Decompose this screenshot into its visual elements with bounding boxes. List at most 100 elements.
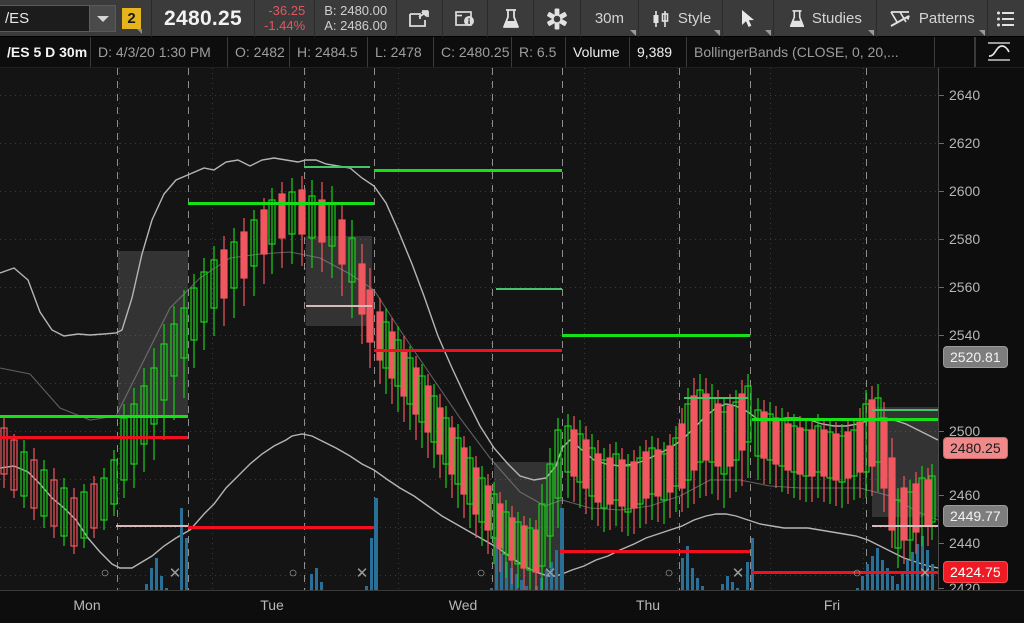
time-axis[interactable]: Mon Tue Wed Thu Fri bbox=[0, 590, 1024, 623]
infobar-open: O: 2482 bbox=[228, 37, 290, 67]
session-open-marker: ○ bbox=[288, 564, 298, 582]
price-level-line[interactable] bbox=[116, 525, 188, 527]
chart-count-badge[interactable]: 2 bbox=[122, 8, 142, 34]
infobar-study[interactable]: BollingerBands (CLOSE, 0, 20,... bbox=[687, 37, 935, 67]
axis-tick-label: 2600 bbox=[949, 183, 981, 199]
axis-tick bbox=[939, 335, 944, 336]
flask-icon bbox=[788, 8, 806, 30]
time-axis-label-thu: Thu bbox=[635, 597, 661, 613]
axis-tick-label: 2460 bbox=[949, 487, 981, 503]
window-info-button[interactable] bbox=[443, 0, 489, 37]
price-level-line[interactable] bbox=[0, 415, 188, 418]
style-menu-button[interactable]: Style bbox=[639, 0, 724, 37]
infobar-volume-value: 9,389 bbox=[630, 37, 687, 67]
price-level-line[interactable] bbox=[752, 571, 938, 574]
price-level-line[interactable] bbox=[374, 349, 562, 352]
price-badge-last[interactable]: 2480.25 bbox=[943, 437, 1008, 459]
price-level-line[interactable] bbox=[496, 288, 562, 290]
axis-tick-label: 2580 bbox=[949, 231, 981, 247]
studies-quick-button[interactable] bbox=[488, 0, 534, 37]
timeframe-selector[interactable]: 30m bbox=[581, 0, 639, 37]
infobar-low: L: 2478 bbox=[368, 37, 434, 67]
studies-menu-button[interactable]: Studies bbox=[774, 0, 877, 37]
flask-icon bbox=[501, 8, 521, 30]
ask-value: A: 2486.00 bbox=[324, 17, 388, 33]
chart-info-bar: /ES 5 D 30m D: 4/3/20 1:30 PM O: 2482 H:… bbox=[0, 37, 1024, 68]
axis-tick bbox=[939, 431, 944, 432]
session-open-marker: ○ bbox=[852, 564, 862, 582]
infobar-date: D: 4/3/20 1:30 PM bbox=[91, 37, 228, 67]
symbol-field-cell: /ES 2 bbox=[0, 0, 152, 37]
chart-menu-button[interactable] bbox=[988, 0, 1024, 37]
price-level-line[interactable] bbox=[752, 418, 938, 421]
cursor-arrow-icon bbox=[739, 9, 757, 29]
axis-tick bbox=[939, 588, 944, 589]
timeframe-label: 30m bbox=[594, 10, 624, 27]
change-cell: -36.25 -1.44% bbox=[255, 0, 316, 37]
infobar-range: R: 6.5 bbox=[512, 37, 566, 67]
patterns-label: Patterns bbox=[918, 10, 975, 27]
session-close-marker: ✕ bbox=[355, 565, 369, 582]
session-open-marker: ○ bbox=[476, 564, 486, 582]
price-level-line[interactable] bbox=[684, 397, 748, 399]
session-open-marker: ○ bbox=[664, 564, 674, 582]
price-badge-lower-level[interactable]: 2424.75 bbox=[943, 561, 1008, 583]
cursor-tool-button[interactable] bbox=[723, 0, 774, 37]
price-level-line[interactable] bbox=[304, 166, 370, 168]
session-close-marker: ✕ bbox=[731, 565, 745, 582]
price-level-line[interactable] bbox=[872, 525, 938, 527]
price-level-line[interactable] bbox=[374, 169, 562, 172]
time-axis-label-tue: Tue bbox=[260, 597, 284, 613]
list-menu-icon bbox=[996, 10, 1016, 28]
price-level-line[interactable] bbox=[560, 550, 750, 553]
volume-histogram bbox=[145, 498, 934, 590]
axis-tick bbox=[939, 495, 944, 496]
last-price: 2480.25 bbox=[164, 6, 243, 30]
price-axis[interactable]: 2640 2620 2600 2580 2560 2540 2500 2460 … bbox=[938, 68, 1024, 596]
session-open-marker: ○ bbox=[100, 564, 110, 582]
patterns-menu-button[interactable]: Patterns bbox=[877, 0, 988, 37]
axis-tick-label: 2440 bbox=[949, 535, 981, 551]
session-close-marker: ✕ bbox=[543, 565, 557, 582]
dropdown-corner-icon bbox=[979, 30, 985, 36]
chart-style-button[interactable] bbox=[975, 37, 1021, 67]
thinkorswim-chart-window: /ES 2 2480.25 -36.25 -1.44% B: 2480.00 A… bbox=[0, 0, 1024, 623]
axis-tick bbox=[939, 143, 944, 144]
price-level-line[interactable] bbox=[188, 526, 374, 529]
chart-plot-area[interactable]: ○ ✕ ○ ✕ ○ ✕ ○ ✕ ○ ✕ bbox=[0, 68, 938, 590]
infobar-high: H: 2484.5 bbox=[290, 37, 368, 67]
price-level-line[interactable] bbox=[306, 305, 372, 307]
price-badge-upper-level[interactable]: 2520.81 bbox=[943, 346, 1008, 368]
price-level-line[interactable] bbox=[0, 436, 188, 439]
price-level-line[interactable] bbox=[872, 409, 938, 411]
pattern-chart-icon bbox=[889, 9, 913, 29]
infobar-spacer bbox=[935, 37, 975, 67]
dropdown-corner-icon bbox=[714, 30, 721, 36]
infobar-volume-label: Volume bbox=[566, 37, 630, 67]
axis-tick-label: 2620 bbox=[949, 135, 981, 151]
price-level-line[interactable] bbox=[188, 202, 374, 205]
settings-button[interactable] bbox=[534, 0, 582, 37]
price-level-line[interactable] bbox=[562, 334, 750, 337]
price-badge-mid-level[interactable]: 2449.77 bbox=[943, 505, 1008, 527]
share-button[interactable] bbox=[397, 0, 443, 37]
chart-series-layer bbox=[0, 157, 938, 590]
window-info-icon bbox=[454, 9, 476, 29]
last-price-cell: 2480.25 bbox=[152, 0, 256, 37]
change-percent: -1.44% bbox=[264, 17, 306, 33]
symbol-input[interactable]: /ES bbox=[0, 5, 116, 32]
chevron-down-icon[interactable] bbox=[89, 6, 115, 31]
dropdown-corner-icon bbox=[867, 30, 874, 36]
studies-label: Studies bbox=[811, 10, 862, 27]
bid-value: B: 2480.00 bbox=[324, 2, 388, 18]
time-axis-label-mon: Mon bbox=[73, 597, 101, 613]
session-close-marker: ✕ bbox=[918, 565, 932, 582]
dropdown-corner-icon bbox=[765, 30, 771, 36]
axis-tick bbox=[939, 239, 944, 240]
infobar-close: C: 2480.25 bbox=[434, 37, 512, 67]
infobar-symbol-period: /ES 5 D 30m bbox=[0, 37, 91, 67]
axis-tick bbox=[939, 191, 944, 192]
axis-tick bbox=[939, 95, 944, 96]
session-close-marker: ✕ bbox=[168, 565, 182, 582]
gear-icon bbox=[546, 8, 568, 30]
